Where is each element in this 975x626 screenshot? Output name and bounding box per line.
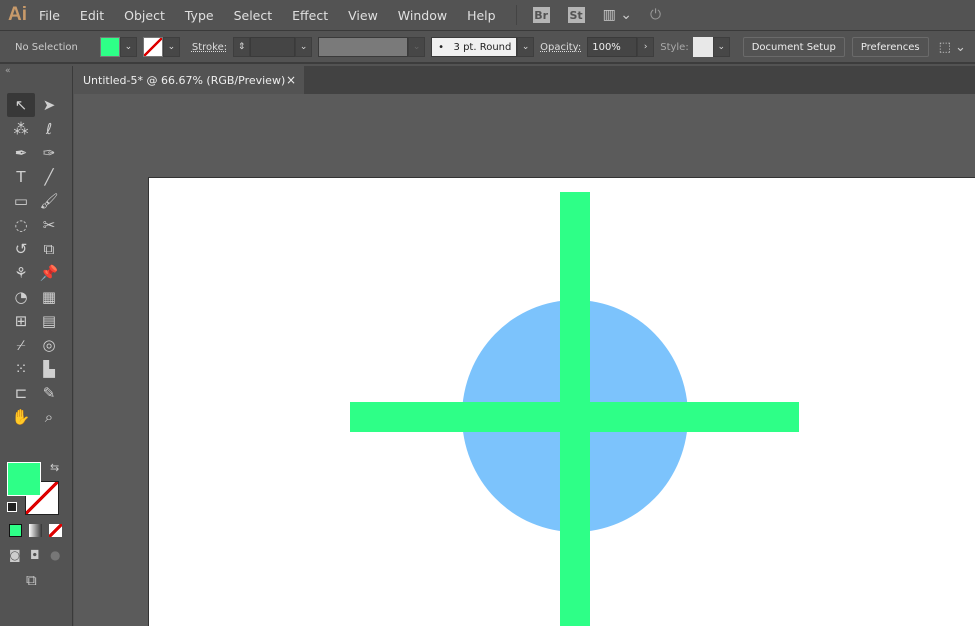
menu-effect[interactable]: Effect (292, 8, 328, 23)
gradient-tool[interactable]: ▤ (35, 309, 63, 333)
collapse-panel-icon[interactable]: « (5, 66, 11, 76)
blend-tool[interactable]: ◎ (35, 333, 63, 357)
brush-dropdown[interactable]: ⌄ (517, 37, 535, 57)
shaper-tool[interactable]: ◌ (7, 213, 35, 237)
style-label: Style: (660, 41, 689, 53)
control-bar: No Selection ⌄ ⌄ Stroke: ⇕ ⌄ ⌄ • 3 pt. R… (0, 32, 975, 64)
stock-button[interactable]: St (567, 7, 585, 23)
artboard[interactable] (149, 178, 975, 626)
menu-help[interactable]: Help (467, 8, 496, 23)
menu-view[interactable]: View (348, 8, 378, 23)
stroke-label[interactable]: Stroke: (192, 42, 227, 53)
fill-dropdown[interactable]: ⌄ (119, 37, 137, 57)
color-mode-button[interactable] (9, 524, 22, 537)
draw-inside-icon[interactable]: ● (50, 548, 60, 562)
variable-width-profile[interactable] (318, 37, 409, 57)
stroke-weight-stepper[interactable]: ⇕ (233, 37, 251, 57)
swap-colors-icon[interactable]: ⇆ (50, 461, 59, 474)
mesh-tool[interactable]: ⊞ (7, 309, 35, 333)
stroke-weight-dropdown[interactable]: ⌄ (295, 37, 313, 57)
line-tool[interactable]: ╱ (35, 165, 63, 189)
default-colors-icon[interactable] (7, 502, 17, 512)
artboard-tool[interactable]: ⊏ (7, 381, 35, 405)
opacity-arrow[interactable]: › (637, 37, 655, 57)
menu-object[interactable]: Object (124, 8, 165, 23)
close-tab-icon[interactable]: × (286, 73, 296, 87)
selection-tool[interactable]: ↖ (7, 93, 35, 117)
opacity-label[interactable]: Opacity: (540, 42, 581, 53)
fill-swatch[interactable] (99, 37, 120, 57)
canvas[interactable] (74, 94, 975, 626)
divider (515, 5, 517, 25)
vertical-green-bar[interactable] (560, 192, 590, 626)
lasso-tool[interactable]: ℓ (35, 117, 63, 141)
direct-selection-tool[interactable]: ➤ (35, 93, 63, 117)
menu-select[interactable]: Select (234, 8, 273, 23)
menu-window[interactable]: Window (398, 8, 447, 23)
curvature-tool[interactable]: ✑ (35, 141, 63, 165)
menu-type[interactable]: Type (185, 8, 214, 23)
tool-grid: ↖ ➤ ⁂ ℓ ✒ ✑ T ╱ ▭ 🖌 ◌ ✂ ↺ ⧉ ⚘ 📌 ◔ ▦ ⊞ ▤ ⌿ ◎ ⁙ ▙ ⊏ ✎ ✋… (7, 93, 67, 429)
gpu-performance-icon[interactable]: ⏻ (650, 7, 661, 23)
app-logo: Ai (8, 4, 27, 25)
rectangle-tool[interactable]: ▭ (7, 189, 35, 213)
stroke-weight-input[interactable] (250, 37, 296, 57)
type-tool[interactable]: T (7, 165, 35, 189)
tab-document[interactable]: Untitled-5* @ 66.67% (RGB/Preview) × (74, 66, 304, 94)
stroke-swatch[interactable] (142, 37, 163, 57)
menu-edit[interactable]: Edit (80, 8, 104, 23)
document-tab-bar: Untitled-5* @ 66.67% (RGB/Preview) × (74, 66, 975, 94)
hand-tool[interactable]: ✋ (7, 405, 35, 429)
scale-tool[interactable]: ⧉ (35, 237, 63, 261)
slice-tool[interactable]: ✎ (35, 381, 63, 405)
screen-mode-icon[interactable]: ⧉ (26, 571, 37, 589)
brush-definition[interactable]: • 3 pt. Round (431, 37, 518, 57)
profile-dropdown[interactable]: ⌄ (408, 37, 426, 57)
draw-behind-icon[interactable]: ◘ (30, 548, 40, 562)
rotate-tool[interactable]: ↺ (7, 237, 35, 261)
tab-title: Untitled-5* @ 66.67% (RGB/Preview) (83, 73, 286, 87)
pin-tool[interactable]: 📌 (35, 261, 63, 285)
tools-panel: « ↖ ➤ ⁂ ℓ ✒ ✑ T ╱ ▭ 🖌 ◌ ✂ ↺ ⧉ ⚘ 📌 ◔ ▦ ⊞ ▤ ⌿ ◎ ⁙ ▙ ⊏ ✎… (0, 66, 73, 626)
bridge-button[interactable]: Br (532, 7, 550, 23)
zoom-tool[interactable]: ⌕ (35, 405, 63, 429)
transform-icon[interactable]: ⬚ ⌄ (939, 40, 966, 55)
fill-color-box[interactable] (7, 462, 41, 496)
document-setup-button[interactable]: Document Setup (742, 37, 845, 57)
symbol-sprayer-tool[interactable]: ⁙ (7, 357, 35, 381)
graph-tool[interactable]: ▙ (35, 357, 63, 381)
brush-label: 3 pt. Round (453, 41, 512, 53)
style-dropdown[interactable]: ⌄ (712, 37, 730, 57)
shape-builder-tool[interactable]: ◔ (7, 285, 35, 309)
none-mode-button[interactable] (49, 524, 62, 537)
pen-tool[interactable]: ✒ (7, 141, 35, 165)
eyedropper-tool[interactable]: ⌿ (7, 333, 35, 357)
style-swatch[interactable] (692, 37, 713, 57)
menu-file[interactable]: File (39, 8, 60, 23)
gradient-mode-button[interactable] (29, 524, 42, 537)
perspective-grid-tool[interactable]: ▦ (35, 285, 63, 309)
paintbrush-tool[interactable]: 🖌 (35, 189, 63, 213)
menu-bar: Ai File Edit Object Type Select Effect V… (0, 0, 975, 31)
puppet-warp-tool[interactable]: ⚘ (7, 261, 35, 285)
magic-wand-tool[interactable]: ⁂ (7, 117, 35, 141)
scissors-tool[interactable]: ✂ (35, 213, 63, 237)
preferences-button[interactable]: Preferences (851, 37, 929, 57)
opacity-input[interactable]: 100% (587, 37, 638, 57)
workspace-layout-icon[interactable]: ▥ ⌄ (603, 7, 632, 23)
stroke-dropdown[interactable]: ⌄ (162, 37, 180, 57)
selection-status: No Selection (15, 41, 78, 53)
draw-normal-icon[interactable]: ◙ (9, 548, 21, 562)
